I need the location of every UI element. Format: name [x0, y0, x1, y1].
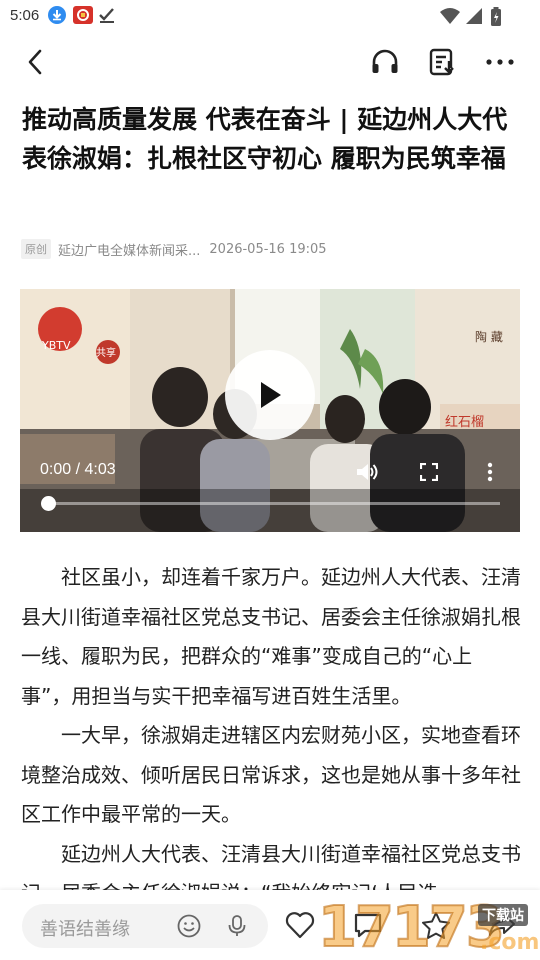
volume-icon — [357, 464, 378, 480]
check-icon — [98, 6, 116, 24]
listen-button[interactable] — [365, 42, 405, 82]
paragraph-1: 社区虽小，却连着千家万户。延边州人大代表、汪清县大川街道幸福社区党总支书记、居委… — [21, 565, 521, 708]
article-source[interactable]: 延边广电全媒体新闻采... — [58, 240, 200, 259]
comment-placeholder: 善语结善缘 — [40, 919, 130, 940]
watermark-download-label: 下载站 — [478, 904, 528, 926]
fullscreen-button[interactable] — [416, 459, 442, 485]
app-notification-icon — [73, 6, 93, 24]
status-bar: 5:06 — [0, 0, 540, 32]
article-title: 推动高质量发展 代表在奋斗 | 延边州人大代表徐淑娟：扎根社区守初心 履职为民筑… — [22, 105, 508, 173]
video-sign-red: 红石榴 — [445, 414, 484, 430]
status-left-icons — [48, 6, 116, 24]
video-progress-bar[interactable] — [41, 496, 500, 511]
like-button[interactable] — [284, 909, 316, 941]
original-badge: 原创 — [21, 239, 51, 259]
video-sign-right: 陶 藏 — [475, 329, 503, 344]
video-more-button[interactable] — [477, 459, 503, 485]
download-icon — [48, 6, 66, 24]
comment-input[interactable]: 善语结善缘 — [22, 904, 268, 948]
fullscreen-icon — [420, 463, 438, 481]
more-icon — [486, 59, 514, 65]
article-meta: 原创 延边广电全媒体新闻采... 2026-05-16 19:05 — [21, 239, 327, 259]
paragraph-2: 一大早，徐淑娟走进辖区内宏财苑小区，实地查看环境整治成效、倾听居民日常诉求，这也… — [21, 723, 521, 826]
site-watermark: 17173 .com 下载站 — [317, 895, 540, 960]
volume-button[interactable] — [354, 459, 380, 485]
video-sign-share: 共享 — [96, 346, 116, 359]
voice-button[interactable] — [225, 914, 249, 938]
signal-icon — [465, 7, 483, 25]
article-datetime: 2026-05-16 19:05 — [209, 241, 327, 257]
wifi-icon — [440, 7, 460, 25]
emoji-button[interactable] — [177, 914, 201, 938]
article-body: 社区虽小，却连着千家万户。延边州人大代表、汪清县大川街道幸福社区党总支书记、居委… — [21, 558, 521, 914]
watermark-number: 17173 — [317, 895, 506, 960]
status-time: 5:06 — [10, 7, 40, 24]
back-button[interactable] — [16, 42, 56, 82]
chevron-left-icon — [28, 49, 42, 75]
battery-icon — [490, 7, 508, 26]
video-logo-text: YBTV — [41, 339, 71, 352]
watermark-suffix: .com — [480, 930, 540, 955]
status-right-icons — [440, 7, 508, 26]
playlist-download-icon — [429, 48, 454, 76]
play-icon — [261, 382, 281, 408]
microphone-icon — [228, 915, 246, 936]
video-player[interactable]: YBTV 共享 陶 藏 红石榴 0:00 / 4:03 — [20, 289, 520, 532]
playlist-button[interactable] — [422, 42, 462, 82]
more-button[interactable] — [480, 42, 520, 82]
more-vertical-icon — [487, 462, 493, 482]
heart-icon — [285, 912, 315, 939]
headphones-icon — [372, 49, 398, 73]
emoji-icon — [177, 914, 201, 938]
play-button[interactable] — [225, 350, 315, 440]
video-progress-knob[interactable] — [41, 496, 56, 511]
video-time: 0:00 / 4:03 — [40, 461, 116, 478]
app-bar — [0, 36, 540, 88]
